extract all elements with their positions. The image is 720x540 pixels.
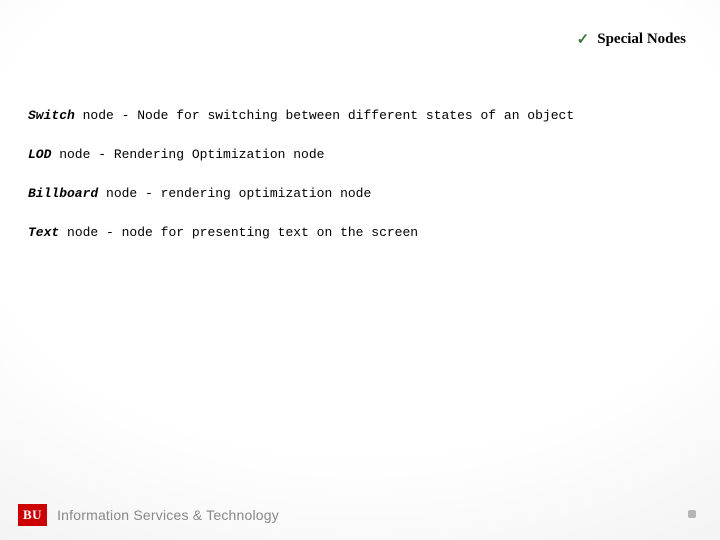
node-desc: - Node for switching between different s… <box>122 108 574 123</box>
bu-logo: BU <box>18 504 47 526</box>
node-gap <box>114 108 122 123</box>
node-suffix: node <box>59 225 106 240</box>
node-suffix: node <box>51 147 98 162</box>
footer-brand: BU Information Services & Technology <box>18 504 279 526</box>
node-desc: - node for presenting text on the screen <box>106 225 418 240</box>
node-name: LOD <box>28 147 51 162</box>
node-desc: - Rendering Optimization node <box>98 147 324 162</box>
content-area: Switch node - Node for switching between… <box>28 108 692 264</box>
node-line-text: Text node - node for presenting text on … <box>28 225 692 242</box>
node-line-switch: Switch node - Node for switching between… <box>28 108 692 125</box>
footer: BU Information Services & Technology <box>18 502 702 528</box>
slide: ✓ Special Nodes Switch node - Node for s… <box>0 0 720 540</box>
checkmark-icon: ✓ <box>577 30 590 48</box>
header-title: Special Nodes <box>597 31 686 48</box>
footer-org: Information Services & Technology <box>57 507 279 523</box>
node-name: Billboard <box>28 186 98 201</box>
node-line-billboard: Billboard node - rendering optimization … <box>28 186 692 203</box>
node-desc: - rendering optimization node <box>145 186 371 201</box>
node-name: Text <box>28 225 59 240</box>
node-suffix: node <box>98 186 145 201</box>
corner-mark-icon <box>688 510 696 518</box>
node-name: Switch <box>28 108 75 123</box>
node-line-lod: LOD node - Rendering Optimization node <box>28 147 692 164</box>
slide-header: ✓ Special Nodes <box>577 30 686 48</box>
node-suffix: node <box>75 108 114 123</box>
